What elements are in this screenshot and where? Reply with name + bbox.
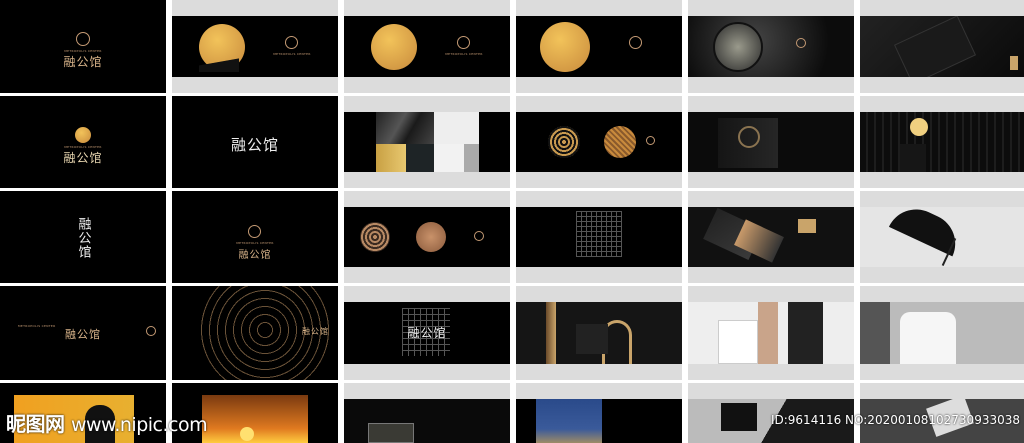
thumb-signage[interactable] [344, 383, 510, 443]
thumb-wordmark[interactable]: 融公馆 [172, 96, 338, 188]
brand-en: METROPOLIS CENTER [236, 241, 274, 245]
watermark-site-cn: 昵图网 [6, 412, 65, 436]
brand-en: METROPOLIS CENTER [18, 324, 56, 328]
gift-box-image [893, 16, 977, 77]
brand-cn: 融公馆 [238, 250, 272, 261]
thumb-bridge-moon[interactable]: METROPOLIS CENTER [172, 0, 338, 93]
thumb-pattern-circles[interactable] [516, 96, 682, 188]
thumb-business-cards[interactable] [688, 191, 854, 283]
thumb-grid-logo[interactable] [516, 191, 682, 283]
brand-cn: 融公馆 [302, 327, 329, 336]
gold-moon-image [540, 22, 590, 72]
thumb-three-circles[interactable] [344, 191, 510, 283]
brand-cn: 融公馆 [65, 328, 101, 341]
thumb-gold-logo[interactable]: METROPOLIS CENTER 融公馆 [0, 96, 166, 188]
brand-en: METROPOLIS CENTER [445, 52, 483, 56]
thumb-logo-line[interactable]: METROPOLIS CENTER 融公馆 [0, 286, 166, 380]
logo-icon [457, 36, 470, 49]
image-id-label: ID:9614116 NO:20200108102730933038 [770, 413, 1020, 427]
brand-cn: 融公馆 [230, 136, 280, 154]
logo-icon [248, 225, 261, 238]
thumb-gift-box[interactable] [860, 0, 1024, 93]
thumb-concentric-rings[interactable]: 融公馆 [172, 286, 338, 380]
thumb-gold-arch[interactable] [516, 286, 682, 380]
flower-moon-image [371, 24, 417, 70]
brand-cn: 融公馆 [407, 326, 447, 340]
watermark: 昵图网 www.nipic.com [6, 408, 208, 437]
thumb-tote-bag[interactable] [688, 286, 854, 380]
thumb-dark-box[interactable] [688, 96, 854, 188]
thumb-grid-wordmark[interactable]: 融公馆 [344, 286, 510, 380]
logo-icon [796, 38, 806, 48]
plate-image [713, 22, 763, 72]
brand-cn: 融公馆 [63, 151, 103, 165]
logo-icon [629, 36, 642, 49]
thumb-dark-interior[interactable] [860, 96, 1024, 188]
thumb-flower-moon[interactable]: METROPOLIS CENTER [344, 0, 510, 93]
brand-en: METROPOLIS CENTER [273, 52, 311, 56]
brand-cn: 融公馆 [75, 217, 91, 259]
logo-icon [76, 32, 90, 46]
thumb-logo-cover[interactable]: METROPOLIS CENTER 融公馆 [0, 0, 166, 93]
thumb-plate[interactable] [688, 0, 854, 93]
thumb-umbrella[interactable] [860, 191, 1024, 283]
brand-cn: 融公馆 [63, 55, 103, 69]
thumb-building-night[interactable] [516, 383, 682, 443]
thumb-vertical-logo[interactable]: 融公馆 [0, 191, 166, 283]
thumb-gold-moon[interactable] [516, 0, 682, 93]
gold-logo-icon [75, 127, 91, 143]
watermark-url: www.nipic.com [70, 414, 208, 436]
thumb-material-swatches[interactable] [344, 96, 510, 188]
thumb-logo-small[interactable]: METROPOLIS CENTER 融公馆 [172, 191, 338, 283]
thumbnail-grid: METROPOLIS CENTER 融公馆 METROPOLIS CENTER … [0, 0, 1024, 443]
thumb-tshirt[interactable] [860, 286, 1024, 380]
logo-icon [285, 36, 298, 49]
